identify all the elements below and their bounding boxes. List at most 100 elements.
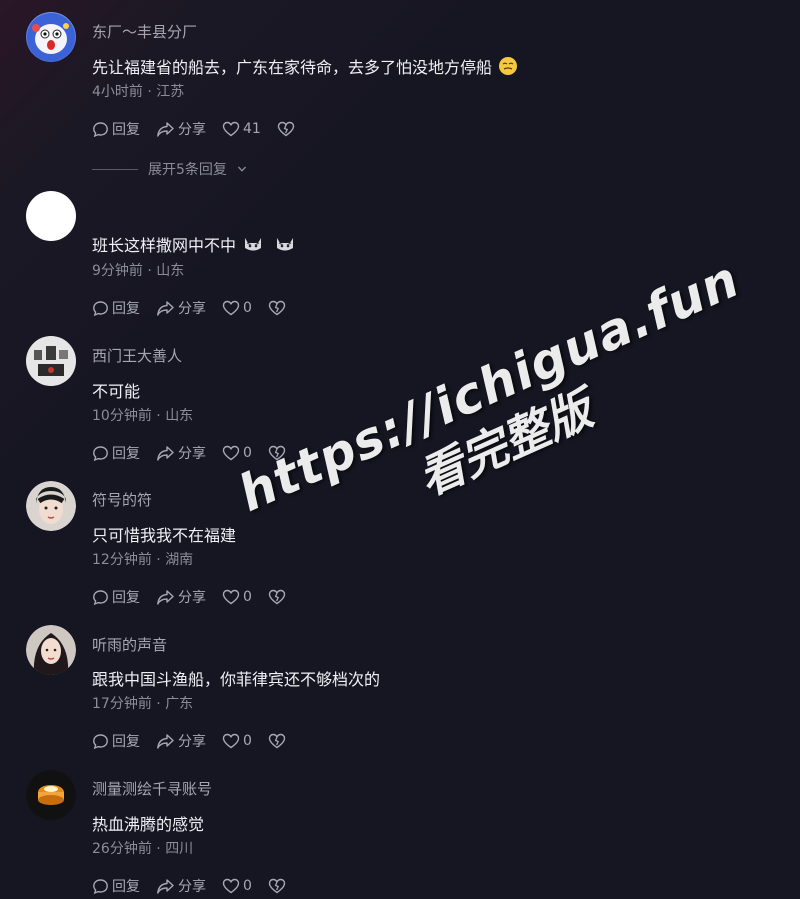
heart-icon	[222, 878, 240, 894]
reply-button[interactable]: 回复	[92, 443, 140, 463]
reply-button[interactable]: 回复	[92, 876, 140, 896]
comment-time: 9分钟前	[92, 263, 143, 279]
like-count: 0	[243, 878, 252, 894]
share-icon	[157, 878, 174, 894]
comment-meta: 10分钟前 · 山东	[92, 405, 193, 425]
avatar[interactable]	[26, 625, 76, 675]
username[interactable]: 东厂～丰县分厂	[92, 21, 197, 42]
expand-replies-button[interactable]: 展开5条回复	[92, 159, 247, 179]
cat-face-icon	[242, 234, 262, 254]
watermark-url: https://ichigua.fun	[230, 249, 748, 523]
share-button[interactable]: 分享	[156, 298, 206, 318]
avatar[interactable]	[26, 336, 76, 386]
comment-meta: 9分钟前 · 山东	[92, 260, 184, 280]
watermark-subtitle: 看完整版	[410, 381, 601, 506]
share-label: 分享	[178, 590, 206, 606]
share-button[interactable]: 分享	[156, 731, 206, 751]
comment-text-content: 跟我中国斗渔船，你菲律宾还不够档次的	[92, 670, 381, 689]
comment-meta: 12分钟前 · 湖南	[92, 549, 193, 569]
comment-actions: 回复 分享 41	[92, 119, 311, 139]
expand-replies-label: 展开5条回复	[148, 162, 227, 178]
share-icon	[157, 121, 174, 137]
comment-time: 10分钟前	[92, 408, 152, 424]
like-button[interactable]: 0	[222, 300, 252, 316]
comment-meta: 4小时前 · 江苏	[92, 81, 184, 101]
reply-button[interactable]: 回复	[92, 587, 140, 607]
reply-icon	[93, 121, 108, 137]
reply-button[interactable]: 回复	[92, 731, 140, 751]
username[interactable]: 测量测绘千寻账号	[92, 778, 212, 799]
meta-separator: ·	[147, 263, 152, 279]
divider	[92, 168, 138, 170]
share-label: 分享	[178, 879, 206, 895]
comment-text-content: 班长这样撒网中不中	[92, 236, 237, 255]
share-label: 分享	[178, 734, 206, 750]
comment-text: 只可惜我我不在福建	[92, 522, 236, 546]
reply-label: 回复	[112, 879, 140, 895]
comment-location: 江苏	[156, 84, 185, 100]
avatar[interactable]	[26, 770, 76, 820]
comment-meta: 26分钟前 · 四川	[92, 838, 193, 858]
broken-heart-icon	[268, 733, 286, 749]
reply-button[interactable]: 回复	[92, 119, 140, 139]
like-button[interactable]: 41	[222, 121, 261, 137]
share-button[interactable]: 分享	[156, 119, 206, 139]
comment-location: 山东	[156, 263, 185, 279]
dislike-button[interactable]	[277, 121, 295, 137]
reply-label: 回复	[112, 590, 140, 606]
like-button[interactable]: 0	[222, 733, 252, 749]
comment-meta: 17分钟前 · 广东	[92, 693, 193, 713]
dislike-button[interactable]	[268, 589, 286, 605]
heart-icon	[222, 445, 240, 461]
share-button[interactable]: 分享	[156, 443, 206, 463]
dislike-button[interactable]	[268, 445, 286, 461]
comment-text: 跟我中国斗渔船，你菲律宾还不够档次的	[92, 666, 380, 690]
dislike-button[interactable]	[268, 733, 286, 749]
heart-icon	[222, 121, 240, 137]
reply-icon	[93, 300, 108, 316]
reply-button[interactable]: 回复	[92, 298, 140, 318]
reply-icon	[93, 733, 108, 749]
reply-label: 回复	[112, 734, 140, 750]
like-button[interactable]: 0	[222, 878, 252, 894]
username[interactable]: 西门王大善人	[92, 345, 182, 366]
share-button[interactable]: 分享	[156, 876, 206, 896]
watermark: https://ichigua.fun 看完整版	[230, 250, 772, 578]
share-button[interactable]: 分享	[156, 587, 206, 607]
meta-separator: ·	[156, 696, 161, 712]
comment-text-content: 只可惜我我不在福建	[92, 526, 237, 545]
share-label: 分享	[178, 301, 206, 317]
like-button[interactable]: 0	[222, 445, 252, 461]
heart-icon	[222, 300, 240, 316]
comment-time: 4小时前	[92, 84, 143, 100]
comment-actions: 回复 分享 0	[92, 587, 302, 607]
chevron-down-icon	[237, 166, 246, 172]
comment-actions: 回复 分享 0	[92, 731, 302, 751]
share-label: 分享	[178, 122, 206, 138]
avatar[interactable]	[26, 191, 76, 241]
reply-label: 回复	[112, 301, 140, 317]
comment-time: 26分钟前	[92, 841, 152, 857]
like-count: 0	[243, 733, 252, 749]
heart-icon	[222, 733, 240, 749]
comment-text-content: 热血沸腾的感觉	[92, 815, 205, 834]
comment-actions: 回复 分享 0	[92, 443, 302, 463]
broken-heart-icon	[268, 878, 286, 894]
meta-separator: ·	[156, 552, 161, 568]
avatar[interactable]	[26, 481, 76, 531]
like-button[interactable]: 0	[222, 589, 252, 605]
share-label: 分享	[178, 446, 206, 462]
username[interactable]: 符号的符	[92, 489, 152, 510]
comment-location: 湖南	[165, 552, 194, 568]
reply-label: 回复	[112, 446, 140, 462]
dislike-button[interactable]	[268, 878, 286, 894]
avatar[interactable]	[26, 12, 76, 62]
comment-time: 17分钟前	[92, 696, 152, 712]
username[interactable]: 听雨的声音	[92, 634, 167, 655]
comment-page: 东厂～丰县分厂 先让福建省的船去，广东在家待命，去多了怕没地方停船 4小时前 ·…	[0, 0, 800, 899]
comment-location: 广东	[165, 696, 194, 712]
meta-separator: ·	[147, 84, 152, 100]
reply-label: 回复	[112, 122, 140, 138]
dislike-button[interactable]	[268, 300, 286, 316]
reply-icon	[93, 589, 108, 605]
